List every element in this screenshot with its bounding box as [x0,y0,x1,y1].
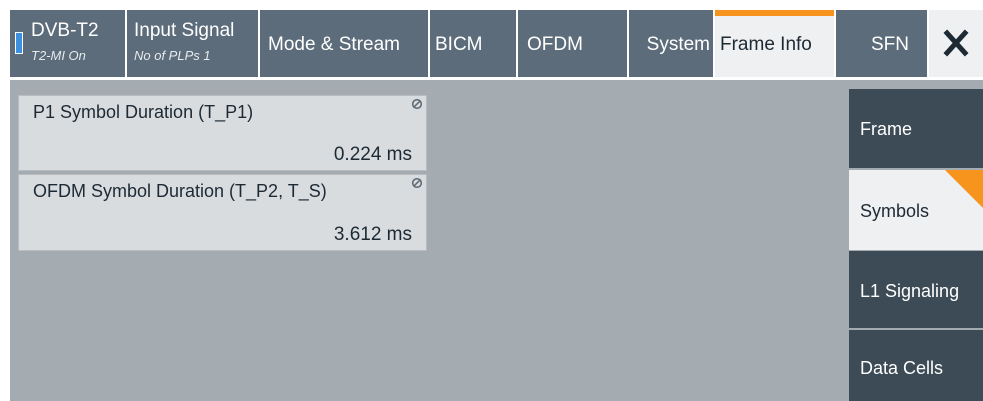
tab-sfn[interactable]: SFN [836,10,927,77]
p1-symbol-duration-label: P1 Symbol Duration (T_P1) [33,102,254,122]
side-nav-data-cells[interactable]: Data Cells [849,330,983,401]
side-nav-frame-label: Frame [860,119,913,139]
tab-ofdm-label: OFDM [527,34,583,55]
p1-symbol-duration-value: 0.224 ms [333,144,412,165]
ofdm-symbol-duration-value: 3.612 ms [333,224,412,245]
app-frame: DVB-T2 T2-MI On Input Signal No of PLPs … [10,10,983,401]
tab-frame-info-label: Frame Info [720,34,812,55]
tab-ofdm[interactable]: OFDM [518,10,627,77]
main-panel: P1 Symbol Duration (T_P1) 0.224 ms OFDM … [10,80,983,401]
tab-dvb-t2[interactable]: DVB-T2 T2-MI On [10,10,125,77]
side-nav-l1-signaling-label: L1 Signaling [860,281,960,301]
tab-sfn-label: SFN [871,34,909,55]
tab-bar: DVB-T2 T2-MI On Input Signal No of PLPs … [10,10,983,77]
p1-symbol-duration-field: P1 Symbol Duration (T_P1) 0.224 ms [18,95,427,171]
tab-system-label: System [646,34,710,55]
active-tab-accent [715,10,834,16]
tab-input-signal[interactable]: Input Signal No of PLPs 1 [127,10,258,77]
status-indicator [15,32,23,54]
tab-dvb-t2-sublabel: T2-MI On [31,48,86,63]
tab-system[interactable]: System [629,10,713,77]
tab-input-signal-sublabel: No of PLPs 1 [134,48,211,63]
side-nav-data-cells-label: Data Cells [860,358,944,378]
tab-input-signal-label: Input Signal [134,20,235,41]
ofdm-symbol-duration-label: OFDM Symbol Duration (T_P2, T_S) [33,181,327,201]
side-nav-frame[interactable]: Frame [849,89,983,168]
close-icon [943,29,969,57]
ofdm-symbol-duration-field: OFDM Symbol Duration (T_P2, T_S) 3.612 m… [18,174,427,251]
close-button[interactable] [929,10,983,77]
side-nav-symbols-label: Symbols [860,201,930,221]
tab-bicm[interactable]: BICM [430,10,516,77]
side-nav-symbols[interactable]: Symbols [849,170,983,250]
tab-frame-info[interactable]: Frame Info [715,10,834,77]
read-only-icon [411,98,423,110]
side-nav-l1-signaling[interactable]: L1 Signaling [849,251,983,328]
selected-indicator [945,170,983,208]
tab-bicm-label: BICM [435,34,483,55]
tab-mode-stream[interactable]: Mode & Stream [260,10,428,77]
tab-mode-stream-label: Mode & Stream [268,34,400,55]
tab-dvb-t2-label: DVB-T2 [31,20,99,41]
read-only-icon [411,177,423,189]
